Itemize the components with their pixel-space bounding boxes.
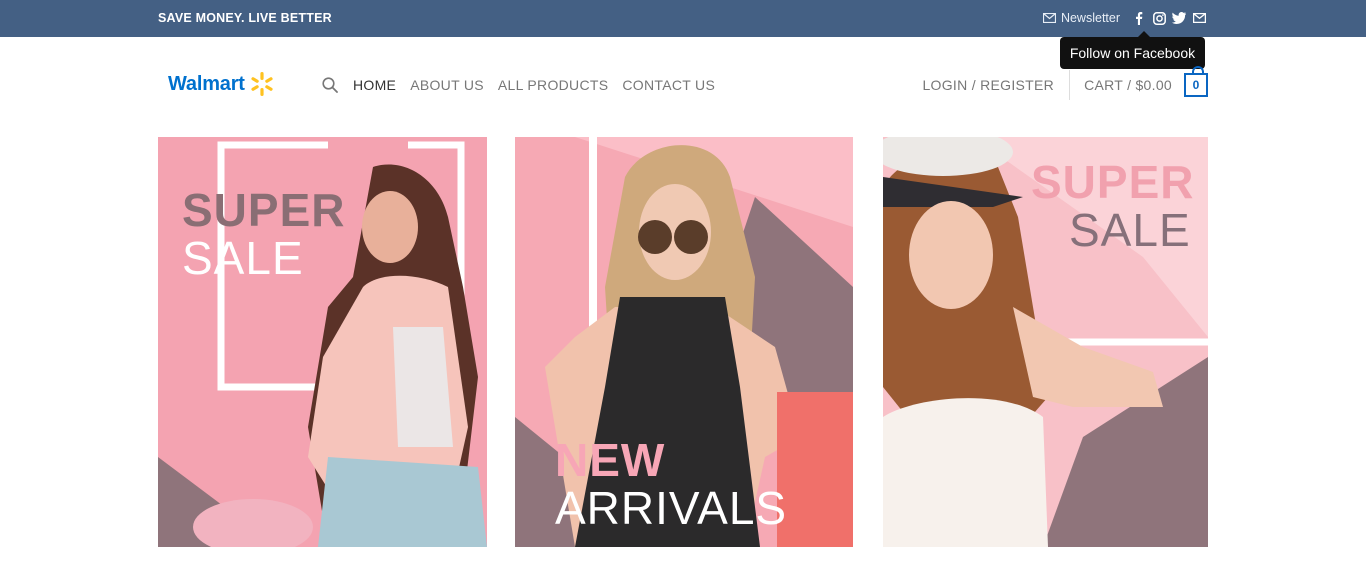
header-account: LOGIN / REGISTER CART / $0.00 0 [922, 66, 1208, 100]
search-icon[interactable] [322, 77, 338, 93]
nav-contact-us[interactable]: CONTACT US [622, 77, 715, 93]
main-nav: HOME ABOUT US ALL PRODUCTS CONTACT US [322, 75, 729, 95]
email-icon[interactable] [1192, 11, 1206, 25]
banner-headline-line1: SUPER [1031, 156, 1195, 208]
top-bar-right: Newsletter [1042, 8, 1206, 28]
cart-count-badge[interactable]: 0 [1184, 66, 1208, 97]
twitter-icon[interactable] [1172, 11, 1186, 25]
facebook-icon[interactable] [1132, 11, 1146, 25]
mail-icon [1042, 13, 1056, 23]
banner-new-arrivals[interactable]: NEW ARRIVALS [515, 137, 853, 547]
top-bar: SAVE MONEY. LIVE BETTER Newsletter [0, 0, 1366, 37]
banner-headline-line2: ARRIVALS [555, 482, 788, 534]
cart-link[interactable]: CART / $0.00 [1084, 77, 1172, 93]
banner-headline-line2: SALE [1069, 204, 1191, 256]
banner-super-sale-left[interactable]: SUPER SALE [158, 137, 487, 547]
nav-all-products[interactable]: ALL PRODUCTS [498, 77, 608, 93]
newsletter-label: Newsletter [1060, 11, 1120, 25]
newsletter-link[interactable]: Newsletter [1042, 11, 1120, 25]
social-links [1132, 11, 1206, 25]
nav-about-us[interactable]: ABOUT US [410, 77, 484, 93]
logo[interactable]: Walmart [168, 70, 276, 98]
banner-headline-line2: SALE [182, 232, 304, 284]
banner-headline-line1: NEW [555, 434, 666, 486]
facebook-tooltip: Follow on Facebook [1060, 31, 1205, 69]
spark-icon [251, 72, 273, 96]
banner-headline-line1: SUPER [182, 184, 346, 236]
tagline: SAVE MONEY. LIVE BETTER [158, 11, 332, 25]
logo-text: Walmart [168, 72, 245, 95]
instagram-icon[interactable] [1152, 11, 1166, 25]
banner-super-sale-right[interactable]: SUPER SALE [883, 137, 1208, 547]
login-register-link[interactable]: LOGIN / REGISTER [922, 77, 1054, 93]
header-divider [1069, 70, 1071, 100]
nav-home[interactable]: HOME [353, 77, 396, 93]
